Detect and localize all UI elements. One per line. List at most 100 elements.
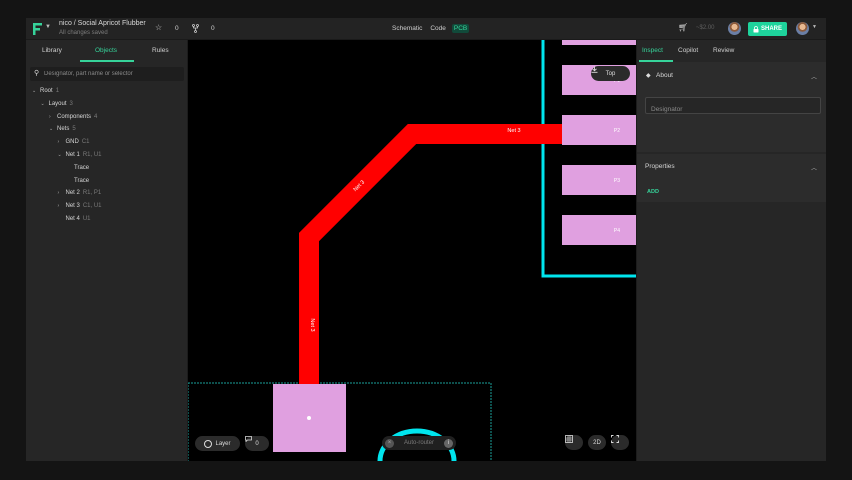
search-icon: ⚲ — [34, 70, 40, 77]
trace-label: Net 3 — [507, 128, 520, 134]
tree-item-count: 3 — [69, 100, 73, 107]
layer-circle-icon — [204, 439, 213, 448]
info-icon[interactable]: i — [443, 438, 453, 448]
properties-title[interactable]: Properties — [645, 163, 675, 170]
share-button[interactable]: SHARE — [748, 22, 787, 36]
project-title[interactable]: nico / Social Apricot Flubber — [59, 20, 146, 27]
chevron-right-icon[interactable]: › — [58, 139, 66, 145]
cart-icon[interactable]: 🛒︎ — [678, 23, 688, 32]
about-title[interactable]: About — [656, 72, 673, 79]
chevron-down-icon[interactable]: ⌄ — [58, 152, 66, 158]
trace-net-3[interactable] — [299, 124, 564, 385]
tree-item[interactable]: ⌄ Root 1 — [32, 88, 59, 94]
tree-item-label: Trace — [74, 164, 90, 171]
logo-icon[interactable] — [32, 22, 44, 36]
tree-item-label: Components — [57, 113, 92, 120]
pcb-drawing[interactable]: P1 P2 P3 P4 Net 3 Net 3 Net 3 — [188, 40, 636, 461]
trace-label: Net 3 — [309, 318, 315, 331]
tree-item-label: Trace — [74, 177, 90, 184]
add-property-button[interactable]: ADD — [647, 189, 659, 195]
chevron-down-icon[interactable]: ▼ — [812, 24, 817, 30]
tab-objects[interactable]: Objects — [95, 47, 117, 54]
active-tab-indicator — [80, 60, 134, 62]
tree-item[interactable]: Trace — [66, 178, 89, 184]
tree-item[interactable]: Net 4 U1 — [58, 216, 91, 222]
download-icon — [591, 66, 598, 73]
chevron-up-icon[interactable]: ︿ — [811, 163, 817, 172]
layer-toggle[interactable]: Top — [591, 66, 630, 81]
pad-label: P4 — [614, 228, 620, 234]
fullscreen-button[interactable] — [611, 435, 629, 450]
autorouter-label: Auto-router — [403, 440, 434, 446]
fork-icon[interactable] — [192, 24, 199, 33]
chevron-down-icon[interactable]: ⌄ — [49, 126, 57, 132]
tree-item-count: 5 — [72, 126, 76, 133]
autorouter-control[interactable]: × Auto-router i — [382, 436, 456, 450]
view-mode-button[interactable]: 2D — [588, 435, 606, 450]
tree-item[interactable]: › Net 2 R1, P1 — [58, 190, 102, 196]
tab-inspect[interactable]: Inspect — [642, 47, 663, 54]
comments-button[interactable]: 0 — [245, 436, 269, 451]
tree-item-label: GND — [65, 139, 79, 146]
chevron-down-icon[interactable]: ⌄ — [41, 101, 49, 107]
tab-review[interactable]: Review — [713, 47, 734, 54]
tree-item[interactable]: ⌄ Nets 5 — [49, 126, 76, 132]
designator-input[interactable] — [646, 102, 820, 117]
tree-item-count: C1, U1 — [82, 203, 102, 210]
tree-item[interactable]: Trace — [66, 165, 89, 171]
pad-p4[interactable] — [562, 215, 636, 245]
share-label: SHARE — [760, 26, 782, 32]
chevron-right-icon[interactable]: › — [49, 114, 57, 120]
app-window: ▼ nico / Social Apricot Flubber All chan… — [26, 18, 826, 461]
comments-count: 0 — [255, 440, 259, 447]
tree-item[interactable]: › Components 4 — [49, 114, 97, 120]
grid-icon — [565, 435, 573, 443]
object-search: ⚲ — [30, 67, 184, 81]
fork-count: 0 — [211, 25, 215, 32]
tab-schematic[interactable]: Schematic — [390, 24, 424, 33]
star-icon[interactable]: ☆ — [155, 23, 162, 32]
tree-item-label: Net 3 — [65, 203, 80, 210]
tree-item-label: Root — [40, 88, 53, 94]
tab-code[interactable]: Code — [428, 24, 448, 33]
tree-item[interactable]: › Net 3 C1, U1 — [58, 203, 102, 209]
tree-item-label: Layout — [48, 100, 67, 107]
tree-item-count: C1 — [81, 139, 90, 146]
properties-section: Properties ︿ — [637, 154, 826, 202]
layer-toggle-label: Top — [605, 70, 616, 77]
diamond-icon: ◆ — [646, 73, 651, 79]
close-icon[interactable]: × — [385, 438, 394, 448]
view-mode-label: 2D — [593, 439, 601, 446]
chevron-down-icon[interactable]: ⌄ — [32, 88, 40, 94]
pad-label: P2 — [614, 128, 620, 134]
layer-button[interactable]: Layer — [195, 436, 240, 451]
tree-item[interactable]: › GND C1 — [58, 139, 90, 145]
designator-field — [645, 97, 821, 117]
tree-item-label: Net 4 — [65, 216, 80, 222]
search-input[interactable] — [44, 69, 180, 79]
tree-item-label: Net 1 — [65, 152, 80, 158]
user-avatar[interactable] — [796, 22, 809, 35]
right-panel: Inspect Copilot Review ◆ About ︿ Propert… — [636, 40, 826, 461]
chevron-up-icon[interactable]: ︿ — [811, 72, 817, 81]
chevron-right-icon[interactable]: › — [58, 203, 66, 209]
tab-library[interactable]: Library — [42, 47, 62, 54]
pcb-canvas[interactable]: P1 P2 P3 P4 Net 3 Net 3 Net 3 Top Layer … — [188, 40, 636, 461]
chevron-down-icon[interactable]: ▼ — [45, 24, 51, 30]
tab-pcb[interactable]: PCB — [451, 24, 470, 33]
top-bar: ▼ nico / Social Apricot Flubber All chan… — [26, 18, 826, 40]
tab-copilot[interactable]: Copilot — [678, 47, 698, 54]
tree-item[interactable]: ⌄ Net 1 R1, U1 — [58, 152, 102, 158]
grid-toggle-button[interactable] — [565, 435, 583, 450]
pad-p2[interactable] — [562, 115, 636, 145]
comment-icon — [245, 436, 252, 442]
pad-p3[interactable] — [562, 165, 636, 195]
price-estimate: ~$2.00 — [696, 25, 715, 31]
collaborator-avatar[interactable] — [728, 22, 741, 35]
tree-item[interactable]: ⌄ Layout 3 — [41, 101, 73, 107]
tree-item-label: Net 2 — [65, 190, 80, 197]
left-panel: Library Objects Rules ⚲ ⌄Root1⌄Layout3›C… — [26, 40, 188, 461]
pad-top[interactable] — [562, 40, 636, 45]
tab-rules[interactable]: Rules — [152, 47, 169, 54]
chevron-right-icon[interactable]: › — [58, 190, 66, 196]
